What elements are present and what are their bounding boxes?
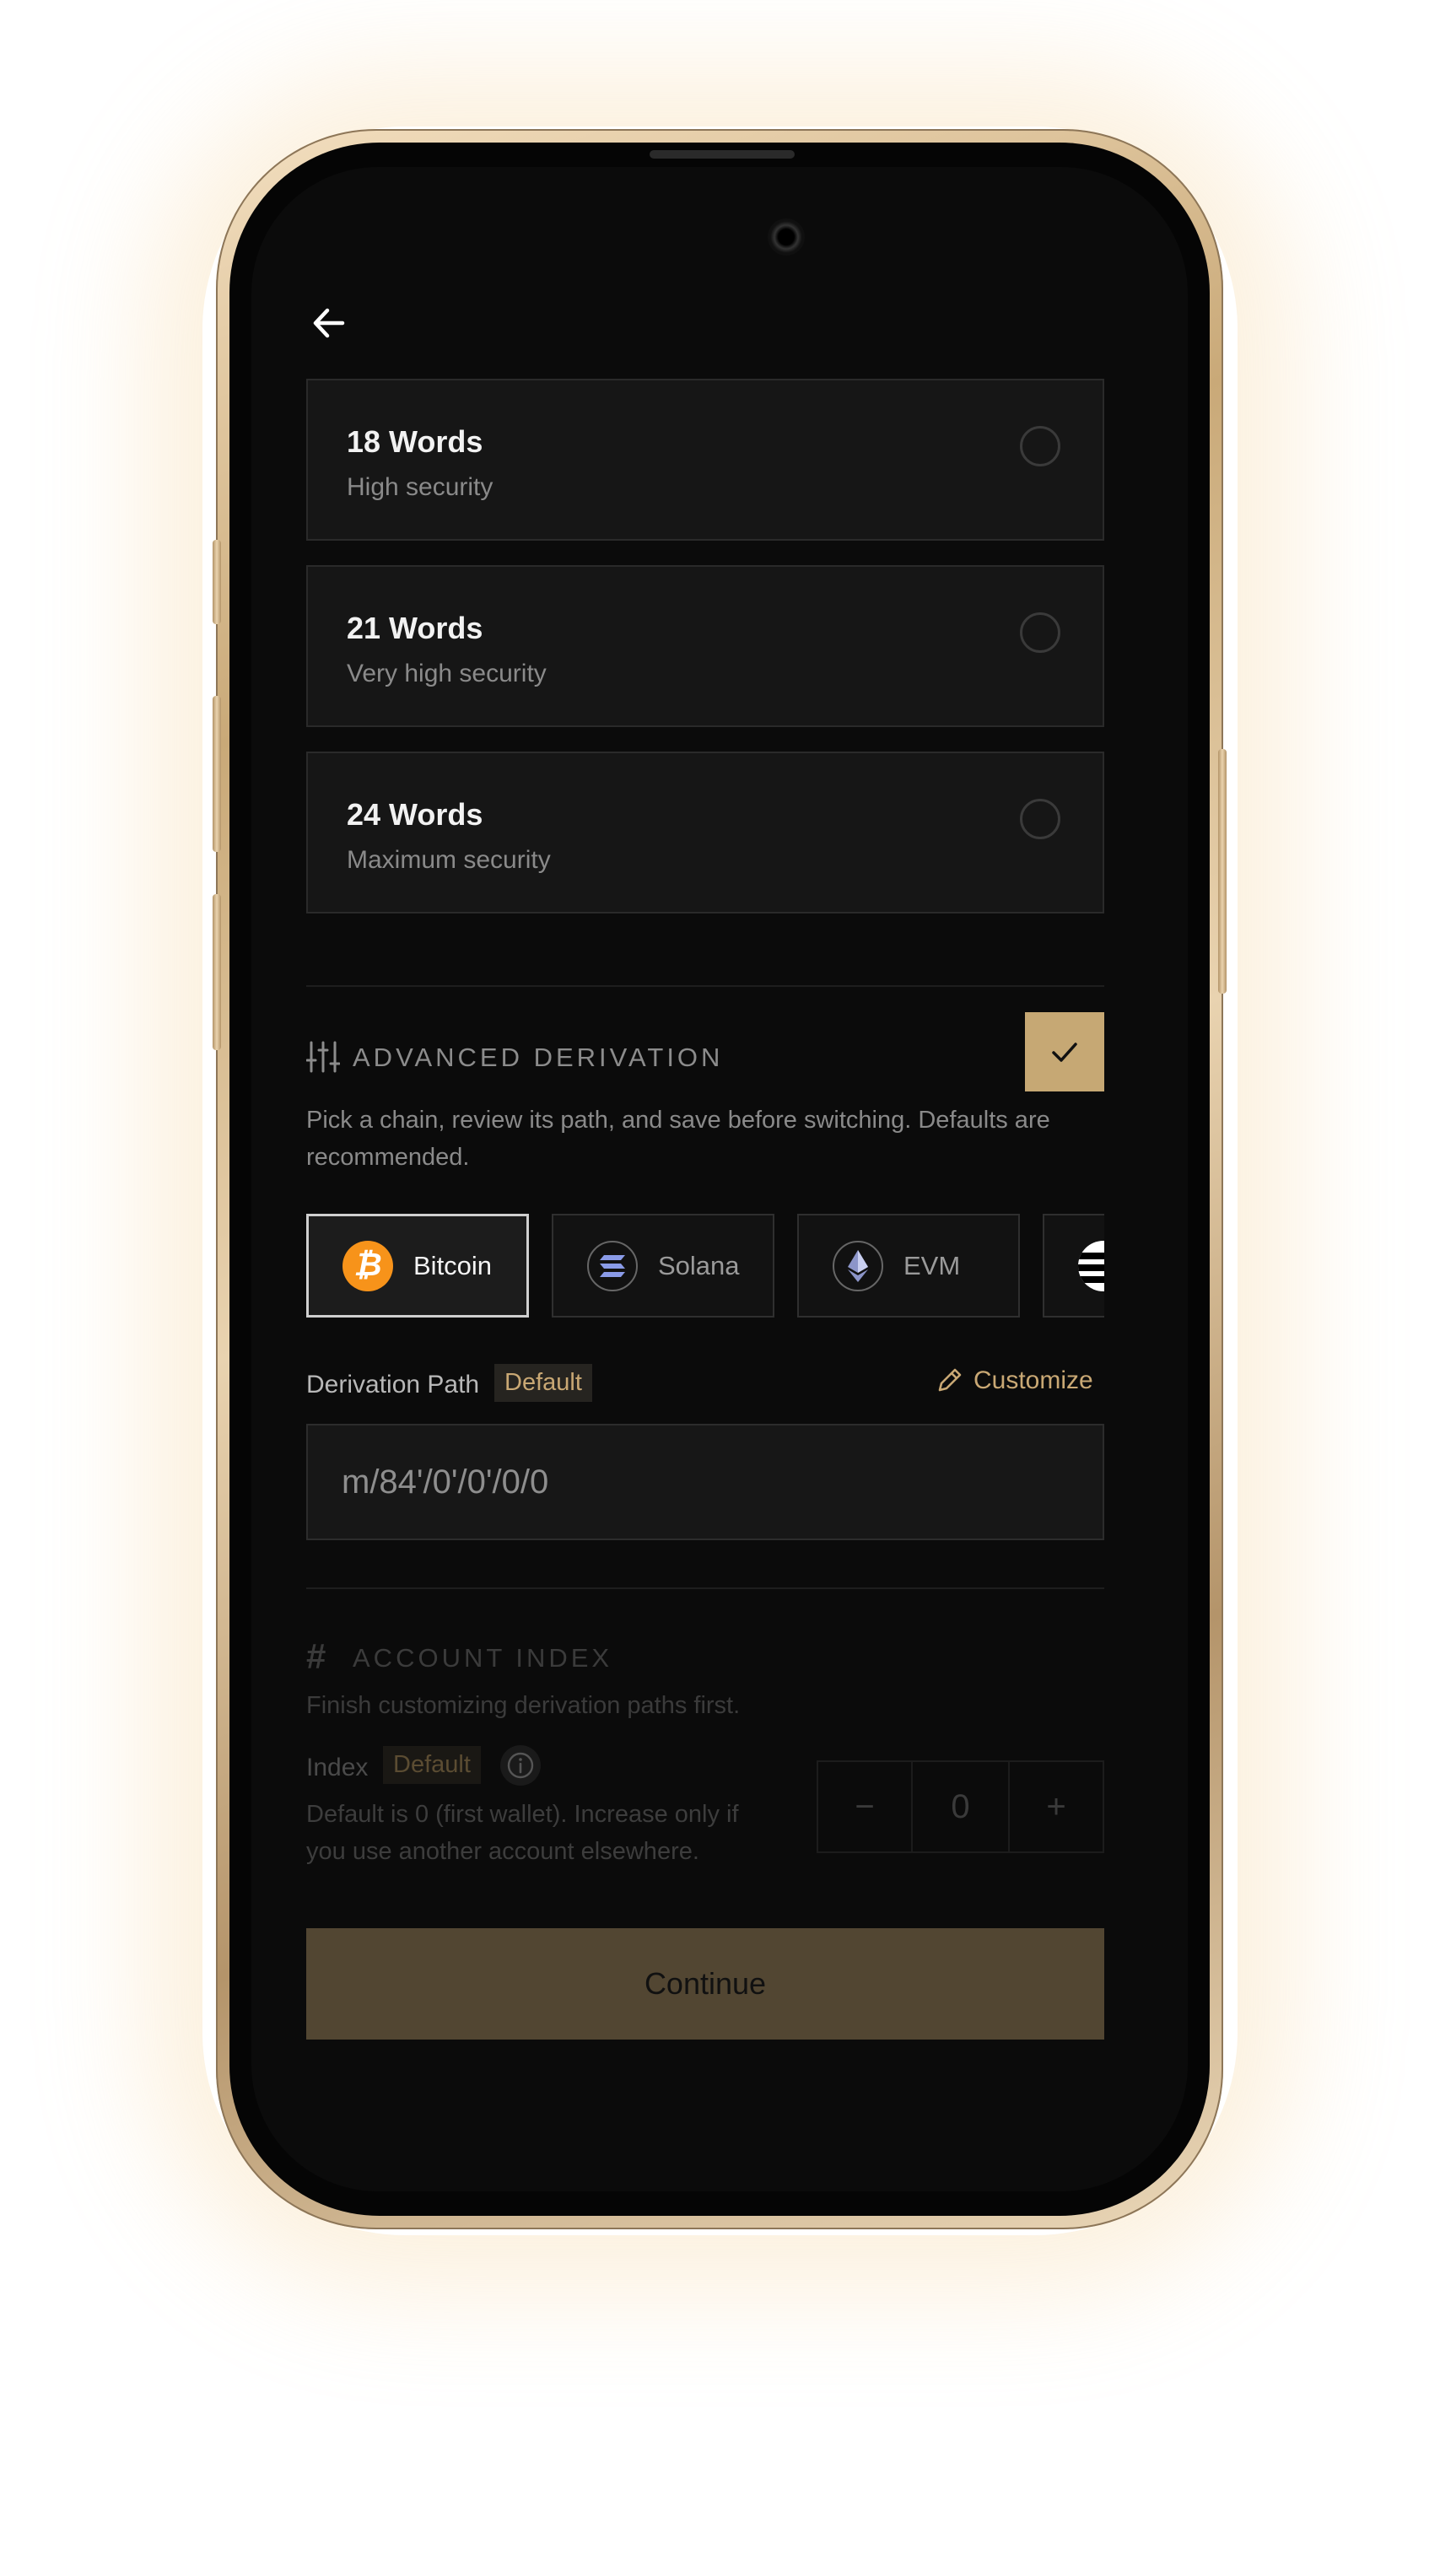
info-button[interactable]: [500, 1745, 541, 1786]
index-description: Default is 0 (first wallet). Increase on…: [306, 1801, 739, 1865]
section-divider: [306, 985, 1104, 987]
chain-label: Bitcoin: [413, 1250, 493, 1280]
bitcoin-icon: ₿: [342, 1240, 393, 1291]
option-18-words[interactable]: 18 Words High security: [306, 379, 1104, 541]
chain-selector[interactable]: ₿ Bitcoin Solana EVM: [306, 1214, 1104, 1318]
arrow-left-icon: [313, 308, 345, 338]
chain-tab-more[interactable]: [1043, 1214, 1104, 1318]
option-24-words[interactable]: 24 Words Maximum security: [306, 752, 1104, 913]
option-subtitle: High security: [347, 473, 493, 501]
derivation-path-field[interactable]: m/84'/0'/0'/0/0: [306, 1424, 1104, 1540]
striped-chain-icon: [1078, 1240, 1104, 1291]
derivation-path-label: Derivation Path: [306, 1371, 480, 1398]
volume-up-button: [213, 696, 221, 852]
radio-button[interactable]: [1020, 799, 1060, 839]
advanced-derivation-description: Pick a chain, review its path, and save …: [306, 1107, 1050, 1171]
chain-tab-solana[interactable]: Solana: [552, 1214, 774, 1318]
index-value: 0: [913, 1762, 1010, 1851]
front-camera: [768, 218, 805, 256]
option-title: 18 Words: [347, 424, 483, 459]
advanced-derivation-title: ADVANCED DERIVATION: [353, 1043, 724, 1072]
info-icon: [507, 1752, 534, 1779]
back-button[interactable]: [309, 303, 349, 343]
chain-tab-evm[interactable]: EVM: [797, 1214, 1020, 1318]
index-label: Index: [306, 1754, 369, 1781]
action-button: [213, 540, 221, 624]
option-subtitle: Very high security: [347, 660, 547, 687]
power-button: [1218, 749, 1227, 994]
section-divider: [306, 1587, 1104, 1589]
solana-icon: [587, 1240, 638, 1291]
account-index-title: ACCOUNT INDEX: [353, 1643, 613, 1673]
speaker-grille: [650, 150, 795, 159]
advanced-derivation-checkbox[interactable]: [1025, 1012, 1104, 1091]
customize-button[interactable]: Customize: [935, 1366, 1093, 1395]
chain-label: Solana: [658, 1250, 740, 1280]
default-badge: Default: [494, 1364, 592, 1402]
customize-label: Customize: [973, 1366, 1093, 1394]
option-title: 21 Words: [347, 611, 483, 645]
hash-icon: #: [306, 1636, 326, 1676]
account-index-note: Finish customizing derivation paths firs…: [306, 1692, 741, 1719]
option-title: 24 Words: [347, 797, 483, 832]
check-icon: [1052, 1043, 1077, 1062]
volume-down-button: [213, 894, 221, 1050]
index-default-badge: Default: [383, 1746, 481, 1784]
decrement-button[interactable]: −: [818, 1762, 913, 1851]
radio-button[interactable]: [1020, 426, 1060, 466]
chain-tab-bitcoin[interactable]: ₿ Bitcoin: [306, 1214, 529, 1318]
sliders-icon: [306, 1041, 340, 1073]
continue-button[interactable]: Continue: [306, 1928, 1104, 2040]
pencil-icon: [938, 1368, 962, 1392]
option-21-words[interactable]: 21 Words Very high security: [306, 565, 1104, 727]
index-stepper[interactable]: − 0 +: [817, 1760, 1104, 1853]
chain-label: EVM: [903, 1250, 961, 1280]
option-subtitle: Maximum security: [347, 846, 551, 874]
increment-button[interactable]: +: [1010, 1762, 1103, 1851]
radio-button[interactable]: [1020, 612, 1060, 653]
ethereum-icon: [833, 1240, 883, 1291]
